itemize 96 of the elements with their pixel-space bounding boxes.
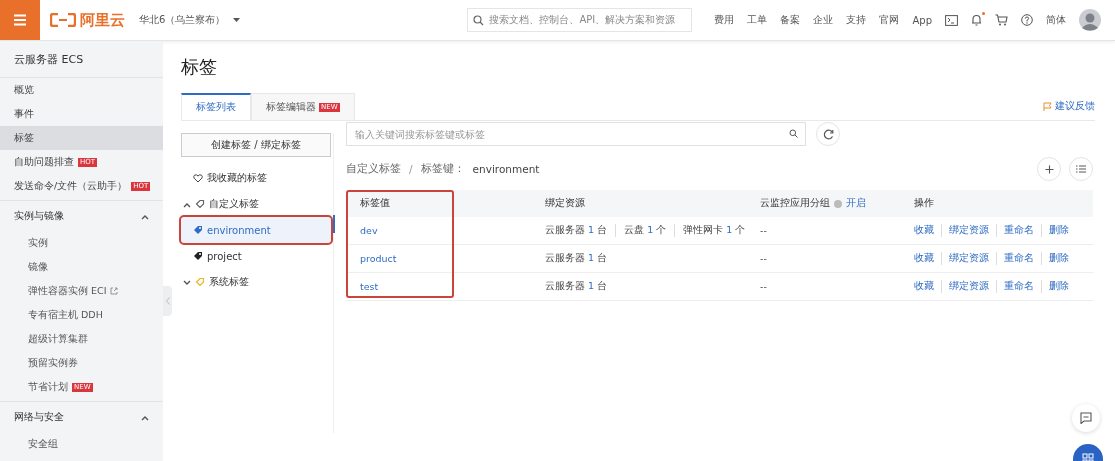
plus-icon [1044, 164, 1054, 174]
nav-link[interactable]: 企业 [813, 13, 834, 27]
action-link[interactable]: 绑定资源 [941, 252, 989, 265]
tag-value-link[interactable]: product [360, 253, 397, 264]
caret-up-icon[interactable] [141, 213, 149, 220]
sidebar-section[interactable]: 网络与安全 [14, 410, 64, 424]
sidebar-item[interactable]: 预留实例券 [0, 351, 163, 375]
flag-icon [1043, 102, 1052, 111]
breadcrumb-separator: / [409, 163, 413, 175]
action-link[interactable]: 绑定资源 [941, 224, 989, 237]
sidebar-item[interactable]: 超级计算集群 [0, 327, 163, 351]
action-link[interactable]: 删除 [1041, 224, 1069, 237]
table-cell: -- [760, 225, 767, 236]
action-link[interactable]: 重命名 [996, 224, 1034, 237]
action-link[interactable]: 收藏 [914, 252, 934, 265]
table-cell: -- [760, 281, 767, 292]
breadcrumb-label: 标签键： [420, 162, 465, 176]
avatar-icon[interactable] [1079, 9, 1101, 31]
cart-icon[interactable] [995, 14, 1008, 26]
page-title: 标签 [181, 55, 218, 79]
menu-button[interactable] [0, 0, 40, 40]
resource-count[interactable]: 云服务器 1 台 [545, 224, 608, 237]
search-icon [473, 14, 485, 26]
nav-link[interactable]: 费用 [714, 13, 735, 27]
chat-icon [1080, 412, 1092, 424]
sidebar-item[interactable]: 事件 [0, 102, 163, 126]
notification-icon[interactable] [971, 14, 982, 26]
breadcrumb-item[interactable]: 自定义标签 [346, 162, 401, 176]
column-header: 绑定资源 [545, 197, 585, 208]
tag-icon [193, 251, 203, 261]
resource-count[interactable]: 弹性网卡 1 个 [674, 224, 746, 237]
resource-count[interactable]: 云服务器 1 台 [545, 252, 608, 265]
refresh-button[interactable] [816, 122, 840, 146]
action-link[interactable]: 重命名 [996, 280, 1034, 293]
action-link[interactable]: 删除 [1041, 252, 1069, 265]
nav-link[interactable]: 工单 [747, 13, 768, 27]
tag-icon [193, 225, 203, 235]
resource-count[interactable]: 云盘 1 个 [615, 224, 667, 237]
tree-group[interactable]: 系统标签 [209, 275, 249, 289]
column-header: 标签值 [360, 197, 390, 208]
breadcrumb-item: environment [472, 163, 540, 175]
enable-link[interactable]: 开启 [846, 197, 866, 210]
terminal-icon[interactable] [945, 14, 958, 26]
caret-up-icon[interactable] [183, 201, 191, 208]
language-link[interactable]: 简体 [1046, 13, 1066, 27]
nav-link[interactable]: 支持 [846, 13, 867, 27]
sidebar-item[interactable]: 镜像 [0, 255, 163, 279]
caret-down-icon[interactable] [233, 18, 241, 22]
tree-item[interactable]: project [181, 243, 331, 269]
chat-button[interactable] [1072, 404, 1100, 432]
resource-count[interactable]: 云服务器 1 台 [545, 280, 608, 293]
feedback-link[interactable]: 建议反馈 [1055, 100, 1095, 113]
tab[interactable]: 标签列表 [181, 93, 251, 120]
sidebar-item[interactable]: 弹性容器实例 ECI [0, 279, 163, 303]
info-icon [834, 199, 842, 208]
tag-value-link[interactable]: test [360, 281, 379, 292]
action-link[interactable]: 绑定资源 [941, 280, 989, 293]
sidebar-item[interactable]: 标签 [0, 126, 163, 150]
add-button[interactable] [1037, 157, 1061, 181]
action-link[interactable]: 删除 [1041, 280, 1069, 293]
caret-down-icon[interactable] [183, 279, 191, 286]
sidebar-section[interactable]: 实例与镜像 [14, 209, 64, 223]
menu-icon [13, 14, 27, 26]
logo-icon [50, 13, 76, 27]
collapse-handle[interactable] [163, 286, 172, 316]
search-field[interactable]: 输入关键词搜索标签键或标签 [346, 122, 806, 146]
create-tag-button[interactable]: 创建标签 / 绑定标签 [181, 133, 331, 157]
column-header: 云监控应用分组 [760, 197, 830, 210]
help-icon[interactable] [1021, 14, 1033, 26]
nav-link[interactable]: 备案 [780, 13, 801, 27]
sidebar-item[interactable]: 实例 [0, 231, 163, 255]
action-link[interactable]: 重命名 [996, 252, 1034, 265]
table-cell: -- [760, 253, 767, 264]
column-header: 操作 [914, 197, 934, 208]
action-link[interactable]: 收藏 [914, 280, 934, 293]
list-icon [1076, 165, 1086, 173]
search-field[interactable]: 搜索文档、控制台、API、解决方案和资源 [467, 8, 693, 32]
action-link[interactable]: 收藏 [914, 224, 934, 237]
tree-item[interactable]: 我收藏的标签 [207, 171, 267, 185]
tag-icon [195, 277, 205, 287]
caret-up-icon[interactable] [141, 414, 149, 421]
sidebar-title: 云服务器 ECS [0, 41, 163, 78]
tree-group[interactable]: 自定义标签 [209, 197, 259, 211]
region-selector[interactable]: 华北6（乌兰察布） [139, 13, 226, 27]
tag-value-link[interactable]: dev [360, 225, 378, 236]
sidebar-item[interactable]: 专有宿主机 DDH [0, 303, 163, 327]
heart-icon [193, 173, 203, 183]
sidebar-item[interactable]: 概览 [0, 78, 163, 102]
tag-icon [195, 199, 205, 209]
nav-link[interactable]: 官网 [879, 13, 900, 27]
nav-link[interactable]: App [912, 14, 932, 26]
logo-text: 阿里云 [80, 10, 125, 30]
sidebar-item[interactable]: 安全组 [0, 432, 163, 456]
search-icon[interactable] [789, 129, 798, 138]
refresh-icon [822, 128, 834, 140]
tree-item[interactable]: environment [181, 217, 331, 243]
